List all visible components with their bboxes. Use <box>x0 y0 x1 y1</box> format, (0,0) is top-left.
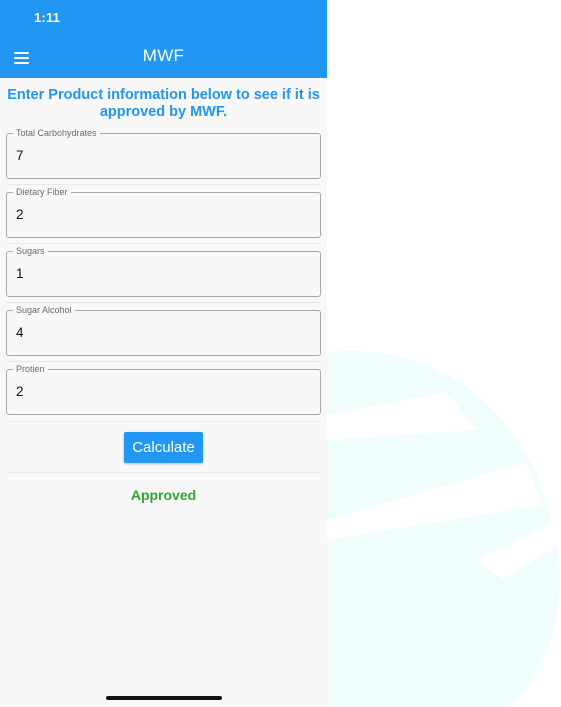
divider <box>6 361 321 362</box>
field-value: 1 <box>16 266 24 281</box>
field-label: Sugar Alcohol <box>13 304 75 316</box>
field-label: Total Carbohydrates <box>13 127 100 139</box>
decorative-backdrop <box>327 350 560 707</box>
total-carbohydrates-field[interactable]: Total Carbohydrates 7 <box>6 127 321 179</box>
field-label: Dietary Fiber <box>13 186 71 198</box>
divider <box>6 302 321 303</box>
divider <box>6 184 321 185</box>
divider <box>6 472 321 473</box>
result-text: Approved <box>130 487 197 503</box>
app-bar: 1:11 MWF <box>0 0 327 78</box>
screen: 1:11 MWF Enter Product information below… <box>0 0 561 707</box>
divider <box>6 421 321 422</box>
intro-text: Enter Product information below to see i… <box>7 87 320 120</box>
home-indicator <box>106 696 222 700</box>
field-value: 2 <box>16 207 24 222</box>
divider <box>6 243 321 244</box>
field-label: Sugars <box>13 245 48 257</box>
field-value: 7 <box>16 148 24 163</box>
app-title: MWF <box>142 46 185 65</box>
field-label: Protien <box>13 363 48 375</box>
field-value: 2 <box>16 384 24 399</box>
phone-screen: 1:11 MWF Enter Product information below… <box>0 0 327 707</box>
protien-field[interactable]: Protien 2 <box>6 363 321 415</box>
sugars-field[interactable]: Sugars 1 <box>6 245 321 297</box>
status-time: 1:11 <box>34 10 61 25</box>
field-value: 4 <box>16 325 24 340</box>
sugar-alcohol-field[interactable]: Sugar Alcohol 4 <box>6 304 321 356</box>
dietary-fiber-field[interactable]: Dietary Fiber 2 <box>6 186 321 238</box>
calculate-button[interactable]: Calculate <box>124 432 203 463</box>
